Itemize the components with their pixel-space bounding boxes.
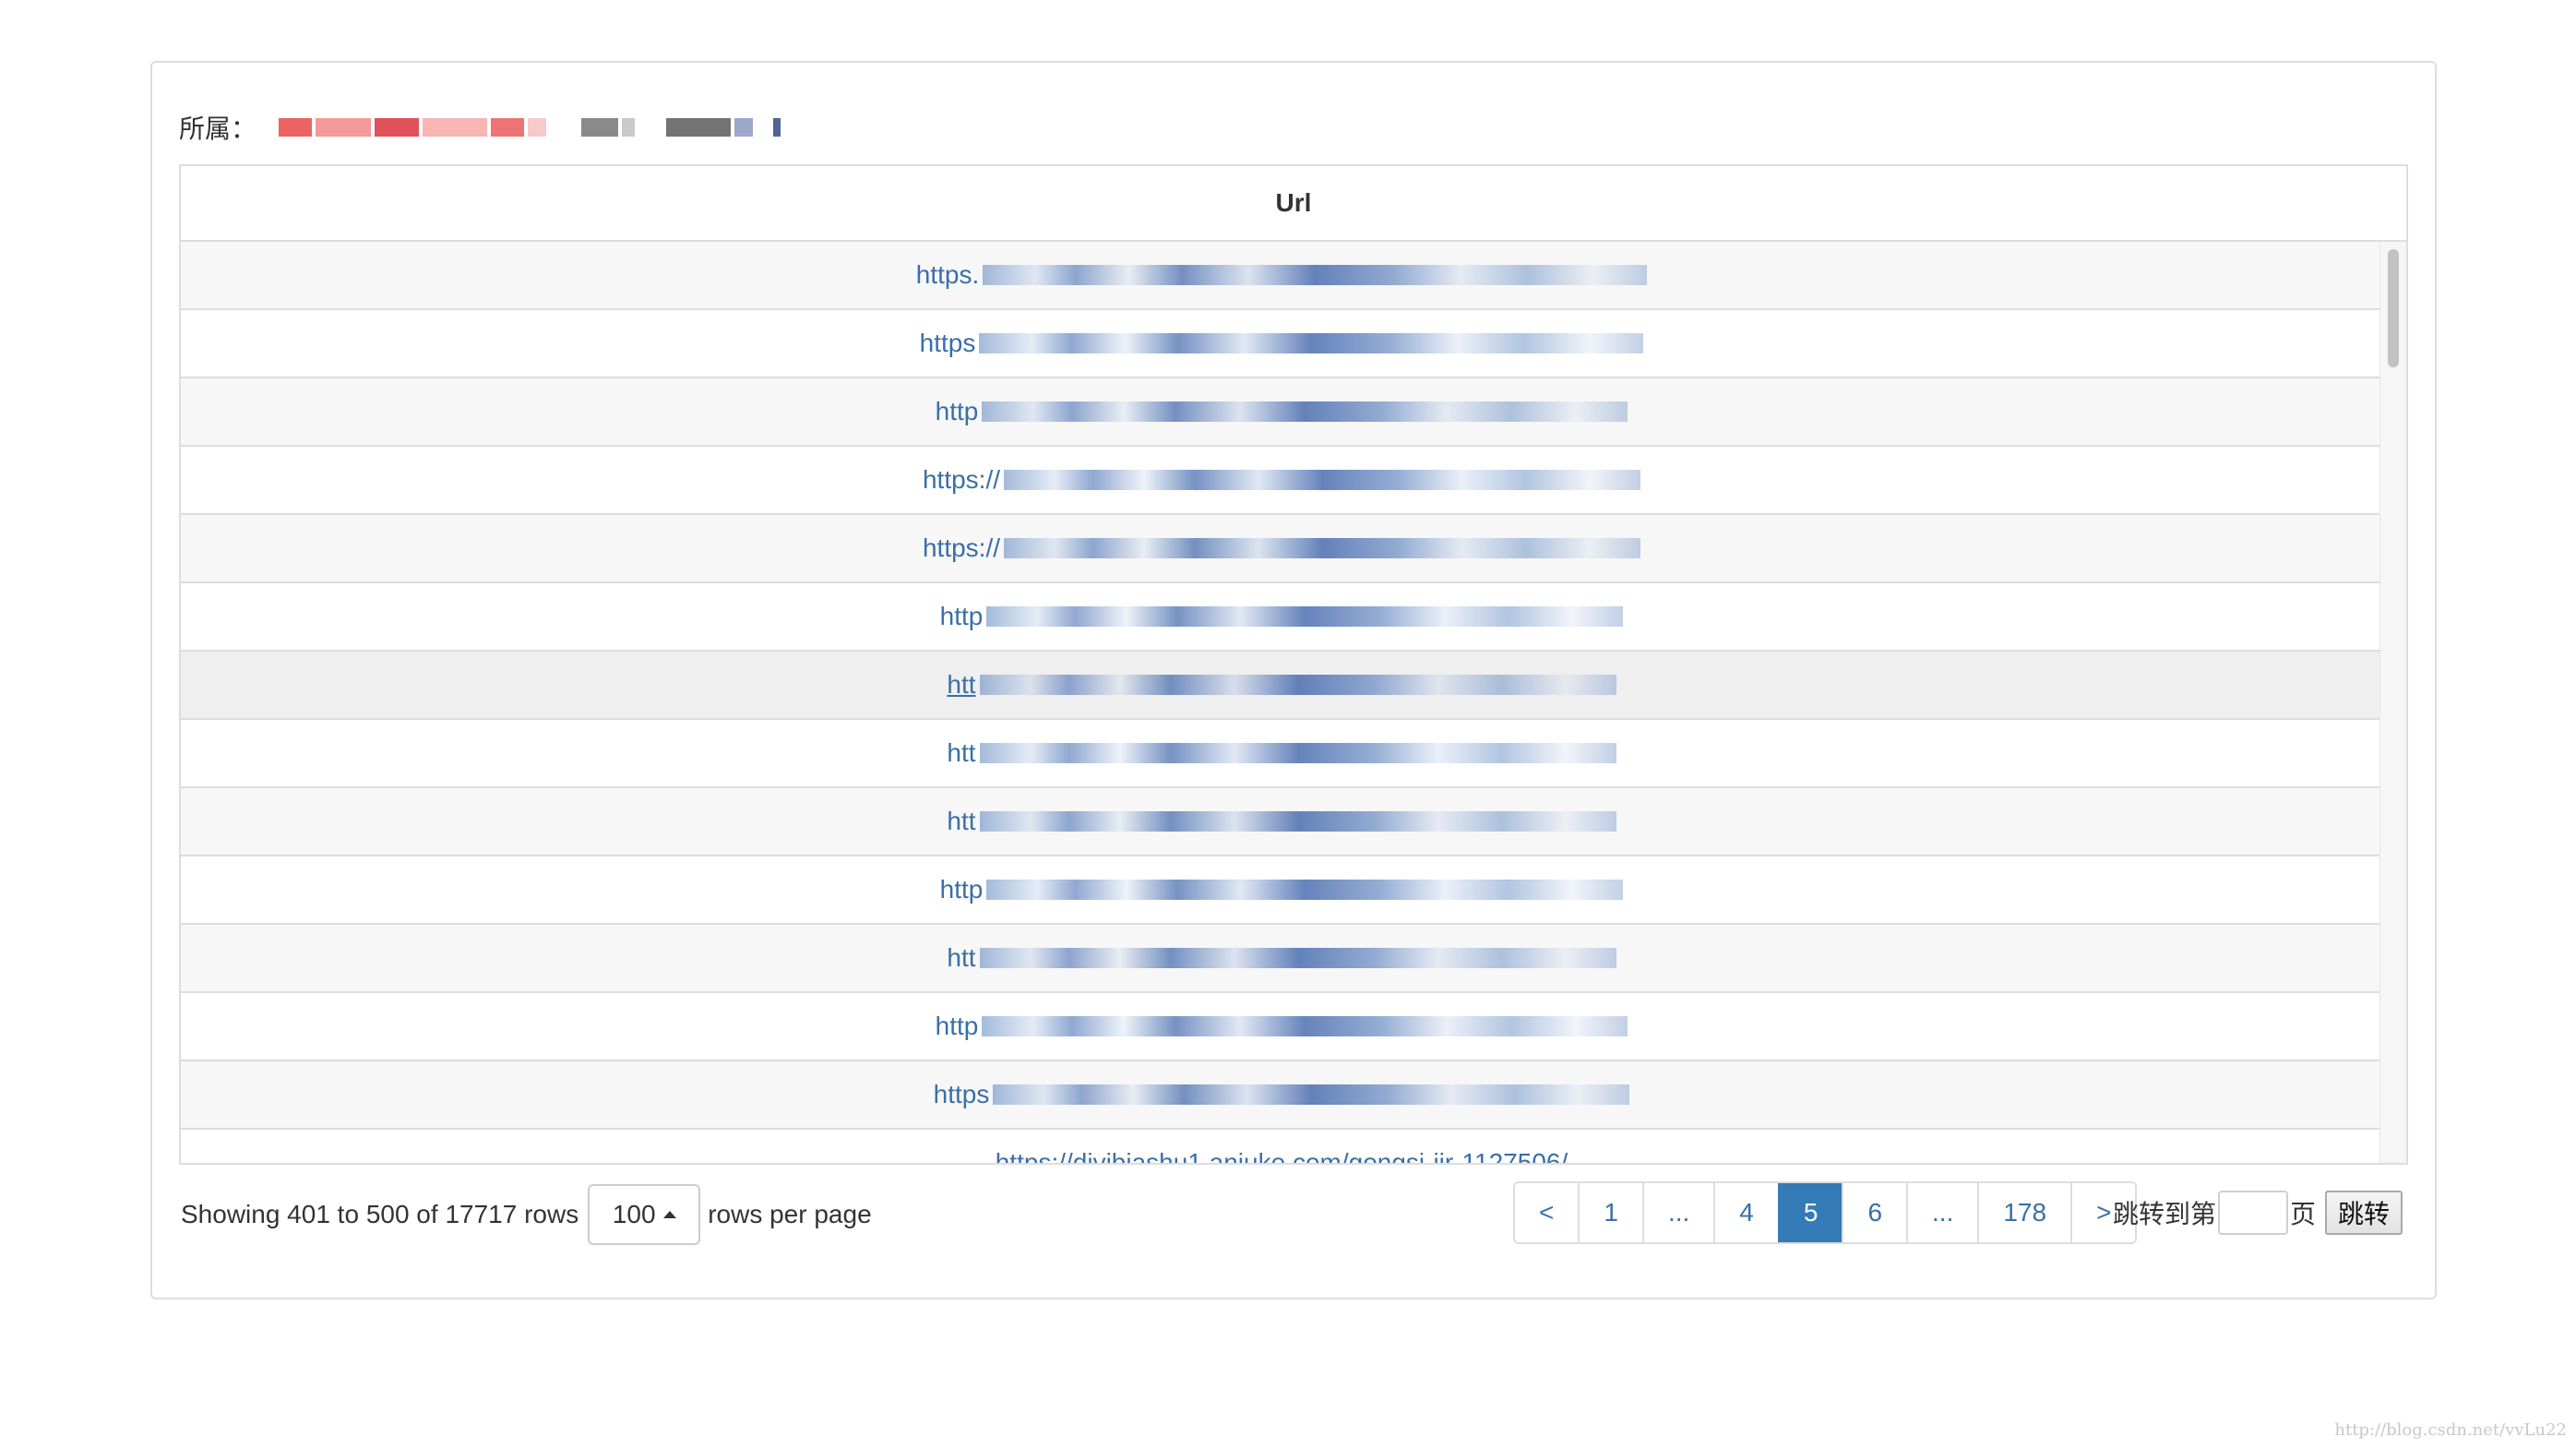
owner-line: 所属： bbox=[179, 109, 781, 146]
redacted-url-segment bbox=[979, 948, 1616, 968]
redacted-url-segment bbox=[982, 401, 1628, 422]
table-row: htt bbox=[181, 925, 2382, 993]
redacted-url-segment bbox=[986, 606, 1624, 627]
url-table: Url https. https http https://https://http h… bbox=[179, 164, 2408, 1165]
owner-label: 所属： bbox=[179, 114, 257, 143]
url-link[interactable]: http bbox=[936, 397, 979, 426]
table-row: http bbox=[181, 856, 2382, 925]
column-header-url[interactable]: Url bbox=[1276, 188, 1312, 218]
jump-button[interactable]: 跳转 bbox=[2325, 1191, 2403, 1235]
redacted-url-segment bbox=[983, 265, 1648, 285]
url-link[interactable]: http bbox=[936, 1012, 979, 1041]
url-link[interactable]: http bbox=[940, 875, 984, 904]
url-link[interactable]: https. bbox=[916, 260, 979, 290]
table-row: https:// bbox=[181, 447, 2382, 515]
redacted-url-segment bbox=[993, 1084, 1630, 1105]
url-link[interactable]: htt bbox=[947, 670, 975, 700]
pagination-page-1[interactable]: 1 bbox=[1578, 1183, 1642, 1242]
pagination-prev-button[interactable]: < bbox=[1515, 1183, 1579, 1242]
scrollbar-thumb[interactable] bbox=[2388, 249, 2399, 367]
pagination-page-178[interactable]: 178 bbox=[1977, 1183, 2071, 1242]
url-link[interactable]: https:// bbox=[923, 533, 1000, 563]
page-jump: 跳转到第 页 跳转 bbox=[2113, 1185, 2403, 1240]
pagination-page-4[interactable]: 4 bbox=[1713, 1183, 1778, 1242]
redacted-url-segment bbox=[982, 1016, 1628, 1036]
redacted-url-segment bbox=[979, 743, 1616, 763]
pagination-page-5[interactable]: 5 bbox=[1777, 1183, 1843, 1242]
page-size-value: 100 bbox=[612, 1200, 656, 1228]
redacted-url-segment bbox=[986, 880, 1624, 900]
table-row: htt bbox=[181, 720, 2382, 788]
url-link[interactable]: https:// bbox=[923, 465, 1000, 495]
url-link[interactable]: https://divibiashu1.anjuke.com/gongsi-jj… bbox=[996, 1148, 1568, 1163]
url-link[interactable]: htt bbox=[947, 807, 975, 836]
pagination-page-6[interactable]: 6 bbox=[1842, 1183, 1907, 1242]
pagination-info: Showing 401 to 500 of 17717 rows 100 row… bbox=[181, 1183, 872, 1246]
table-row: https. bbox=[181, 242, 2382, 310]
showing-rows-text: Showing 401 to 500 of 17717 rows bbox=[181, 1200, 579, 1228]
jump-page-input[interactable] bbox=[2218, 1191, 2289, 1235]
table-row: htt bbox=[181, 652, 2382, 720]
page-size-dropdown[interactable]: 100 bbox=[588, 1184, 701, 1245]
table-row: https://divibiashu1.anjuke.com/gongsi-jj… bbox=[181, 1130, 2382, 1163]
table-row: http bbox=[181, 583, 2382, 652]
redacted-url-segment bbox=[1004, 470, 1641, 490]
redacted-url-segment bbox=[979, 333, 1644, 353]
table-header: Url bbox=[181, 166, 2406, 242]
url-link[interactable]: htt bbox=[947, 943, 975, 973]
url-link[interactable]: htt bbox=[947, 738, 975, 768]
jump-prefix-label: 跳转到第 bbox=[2113, 1200, 2217, 1228]
pagination-ellipsis[interactable]: ... bbox=[1906, 1183, 1978, 1242]
table-row: htt bbox=[181, 788, 2382, 856]
url-link[interactable]: http bbox=[940, 602, 984, 631]
watermark: http://blog.csdn.net/vvLu22 bbox=[2334, 1420, 2567, 1440]
redacted-url-segment bbox=[1004, 538, 1641, 558]
table-row: https bbox=[181, 1061, 2382, 1130]
redacted-url-segment bbox=[979, 675, 1616, 695]
pagination-ellipsis[interactable]: ... bbox=[1641, 1183, 1714, 1242]
rows-per-page-label: rows per page bbox=[708, 1200, 872, 1228]
table-row: http bbox=[181, 993, 2382, 1061]
redacted-url-segment bbox=[979, 811, 1616, 832]
table-scrollbar[interactable] bbox=[2379, 242, 2406, 1163]
table-body: https. https http https:// https:// http htt ht… bbox=[181, 242, 2382, 1163]
jump-suffix-label: 页 bbox=[2290, 1200, 2317, 1228]
pagination: <1... 4 5 6... 178 > bbox=[1513, 1181, 2138, 1244]
table-row: http bbox=[181, 378, 2382, 447]
table-row: https bbox=[181, 310, 2382, 378]
caret-up-icon bbox=[662, 1211, 676, 1218]
owner-redacted-value bbox=[279, 118, 781, 137]
url-link[interactable]: https bbox=[920, 329, 976, 358]
url-link[interactable]: https bbox=[934, 1080, 990, 1109]
table-row: https:// bbox=[181, 515, 2382, 583]
